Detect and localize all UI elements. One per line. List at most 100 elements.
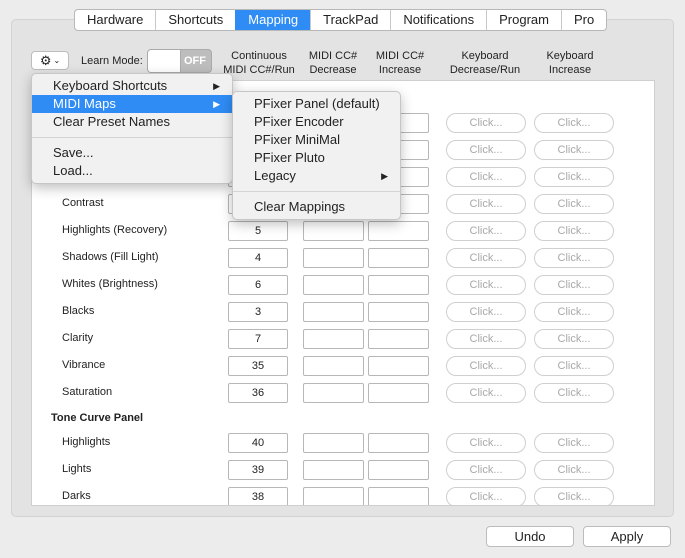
column-header-line: Continuous [231,50,287,62]
menu-item-midi-maps[interactable]: MIDI Maps ▶ [32,95,232,113]
increase-cc-field[interactable] [368,433,429,453]
keyboard-decrease-button[interactable]: Click... [446,221,526,241]
row-label: Saturation [62,386,113,398]
submenu-arrow-icon: ▶ [381,171,388,181]
continuous-cc-field[interactable]: 40 [228,433,288,453]
increase-cc-field[interactable] [368,487,429,505]
keyboard-decrease-button[interactable]: Click... [446,275,526,295]
decrease-cc-field[interactable] [303,356,364,376]
continuous-cc-field[interactable]: 3 [228,302,288,322]
keyboard-increase-button[interactable]: Click... [534,140,614,160]
increase-cc-field[interactable] [368,383,429,403]
decrease-cc-field[interactable] [303,221,364,241]
row-label: Shadows (Fill Light) [62,251,159,263]
decrease-cc-field[interactable] [303,275,364,295]
learn-mode-toggle[interactable]: OFF [147,49,212,73]
undo-button[interactable]: Undo [486,526,574,547]
menu-item-pfixer-minimal[interactable]: PFixer MiniMal [233,131,400,149]
keyboard-increase-button[interactable]: Click... [534,302,614,322]
action-menu-button[interactable]: ⚙ ⌄ [31,51,69,70]
menu-item-clear-preset-names[interactable]: Clear Preset Names [32,113,232,131]
keyboard-decrease-button[interactable]: Click... [446,248,526,268]
tab-program[interactable]: Program [486,10,561,30]
menu-item-save[interactable]: Save... [32,144,232,162]
continuous-cc-field[interactable]: 36 [228,383,288,403]
row-label: Darks [62,490,91,502]
decrease-cc-field[interactable] [303,433,364,453]
keyboard-increase-button[interactable]: Click... [534,167,614,187]
keyboard-decrease-button[interactable]: Click... [446,194,526,214]
column-header-line: Keyboard [546,50,594,62]
keyboard-decrease-button[interactable]: Click... [446,140,526,160]
keyboard-decrease-button[interactable]: Click... [446,329,526,349]
keyboard-decrease-button[interactable]: Click... [446,487,526,505]
increase-cc-field[interactable] [368,329,429,349]
continuous-cc-field[interactable]: 5 [228,221,288,241]
continuous-cc-field[interactable]: 7 [228,329,288,349]
column-header-line: MIDI CC#/Run [223,64,295,76]
keyboard-increase-button[interactable]: Click... [534,113,614,133]
decrease-cc-field[interactable] [303,329,364,349]
keyboard-decrease-button[interactable]: Click... [446,383,526,403]
decrease-cc-field[interactable] [303,460,364,480]
tab-bar: Hardware Shortcuts Mapping TrackPad Noti… [74,9,608,31]
keyboard-increase-button[interactable]: Click... [534,433,614,453]
continuous-cc-field[interactable]: 39 [228,460,288,480]
menu-item-pfixer-pluto[interactable]: PFixer Pluto [233,149,400,167]
increase-cc-field[interactable] [368,302,429,322]
keyboard-increase-button[interactable]: Click... [534,460,614,480]
keyboard-increase-button[interactable]: Click... [534,248,614,268]
continuous-cc-field[interactable]: 4 [228,248,288,268]
menu-separator [32,137,232,138]
keyboard-increase-button[interactable]: Click... [534,221,614,241]
tab-hardware[interactable]: Hardware [75,10,155,30]
menu-item-clear-mappings[interactable]: Clear Mappings [233,198,400,216]
menu-item-keyboard-shortcuts[interactable]: Keyboard Shortcuts ▶ [32,77,232,95]
increase-cc-field[interactable] [368,248,429,268]
tab-notifications[interactable]: Notifications [390,10,486,30]
decrease-cc-field[interactable] [303,248,364,268]
column-header-line: Keyboard [461,50,509,62]
menu-item-load[interactable]: Load... [32,162,232,180]
increase-cc-field[interactable] [368,221,429,241]
column-header-line: Decrease/Run [449,64,521,76]
menu-item-pfixer-panel[interactable]: PFixer Panel (default) [233,95,400,113]
keyboard-increase-button[interactable]: Click... [534,356,614,376]
menu-item-label: Legacy [254,168,296,183]
decrease-cc-field[interactable] [303,487,364,505]
keyboard-decrease-button[interactable]: Click... [446,113,526,133]
section-title: Tone Curve Panel [51,412,144,424]
column-header-line: MIDI CC# [308,50,358,62]
toggle-knob [148,50,181,72]
tab-mapping[interactable]: Mapping [235,10,311,30]
increase-cc-field[interactable] [368,460,429,480]
menu-item-legacy[interactable]: Legacy ▶ [233,167,400,185]
menu-item-pfixer-encoder[interactable]: PFixer Encoder [233,113,400,131]
tab-pro[interactable]: Pro [560,10,606,30]
continuous-cc-field[interactable]: 38 [228,487,288,505]
learn-mode-state: OFF [184,55,206,67]
increase-cc-field[interactable] [368,275,429,295]
keyboard-decrease-button[interactable]: Click... [446,302,526,322]
menu-separator [233,191,400,192]
tab-trackpad[interactable]: TrackPad [310,10,390,30]
apply-button[interactable]: Apply [583,526,671,547]
learn-mode-label: Learn Mode: [81,55,143,67]
keyboard-increase-button[interactable]: Click... [534,487,614,505]
keyboard-decrease-button[interactable]: Click... [446,460,526,480]
tab-shortcuts[interactable]: Shortcuts [155,10,235,30]
increase-cc-field[interactable] [368,356,429,376]
row-label: Clarity [62,332,94,344]
keyboard-decrease-button[interactable]: Click... [446,433,526,453]
keyboard-increase-button[interactable]: Click... [534,383,614,403]
keyboard-decrease-button[interactable]: Click... [446,167,526,187]
submenu-arrow-icon: ▶ [213,99,220,109]
keyboard-decrease-button[interactable]: Click... [446,356,526,376]
continuous-cc-field[interactable]: 6 [228,275,288,295]
continuous-cc-field[interactable]: 35 [228,356,288,376]
decrease-cc-field[interactable] [303,383,364,403]
keyboard-increase-button[interactable]: Click... [534,275,614,295]
keyboard-increase-button[interactable]: Click... [534,329,614,349]
decrease-cc-field[interactable] [303,302,364,322]
keyboard-increase-button[interactable]: Click... [534,194,614,214]
